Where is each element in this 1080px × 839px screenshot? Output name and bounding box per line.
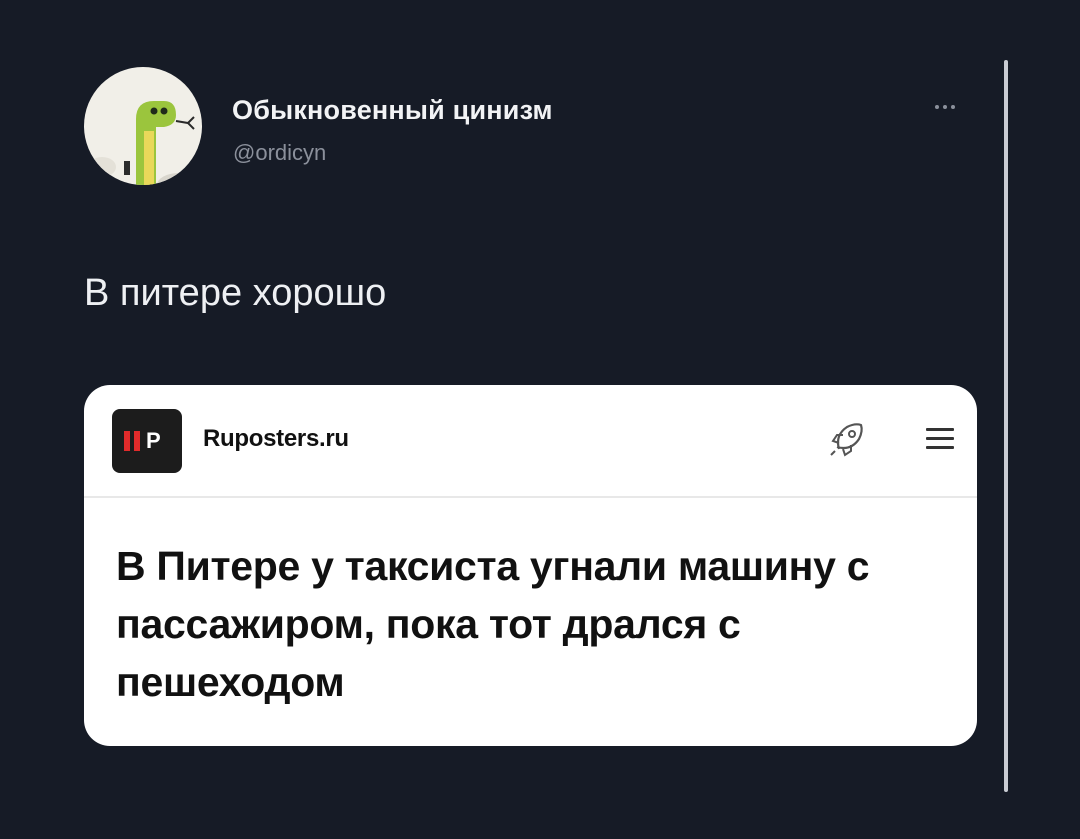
tweet-text: В питере хорошо (84, 272, 387, 314)
site-name: Ruposters.ru (203, 425, 349, 452)
author-handle[interactable]: @ordicyn (233, 140, 326, 166)
link-preview-card[interactable]: P Ruposters.ru В Питере у таксиста угнал… (84, 385, 977, 746)
more-options-icon[interactable] (932, 97, 958, 117)
site-logo: P (112, 409, 182, 473)
snake-avatar-icon (88, 101, 201, 185)
author-display-name[interactable]: Обыкновенный цинизм (232, 95, 553, 126)
article-headline[interactable]: В Питере у таксиста угнали машину с пасс… (116, 537, 956, 711)
avatar[interactable] (84, 67, 202, 185)
scrollbar[interactable] (1004, 60, 1008, 792)
rocket-icon[interactable] (825, 419, 867, 461)
menu-icon[interactable] (926, 428, 954, 452)
card-divider (84, 496, 977, 498)
